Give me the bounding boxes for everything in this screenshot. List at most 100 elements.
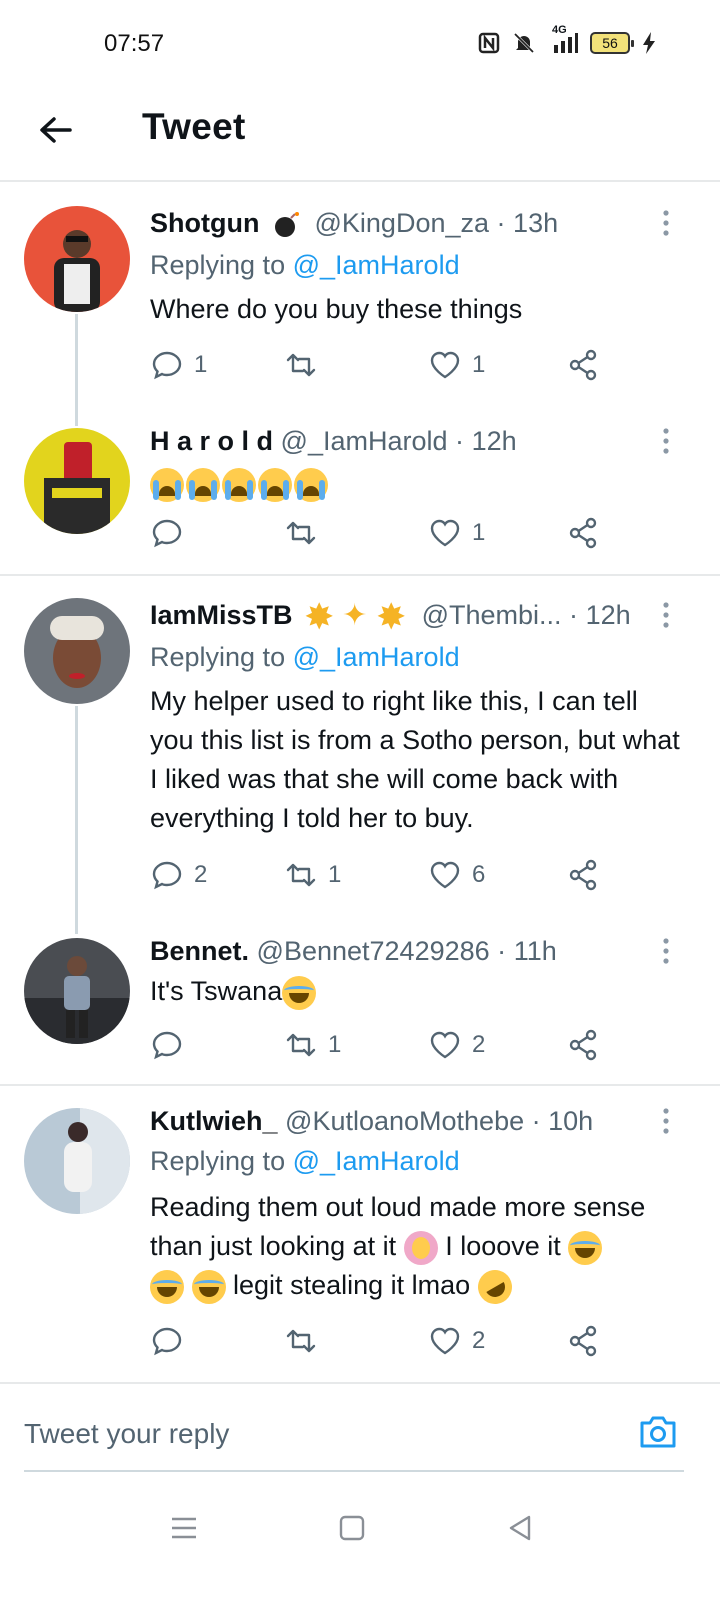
more-options-icon[interactable] [660, 426, 672, 456]
like-count: 1 [472, 519, 486, 546]
tweet-text: Where do you buy these things [150, 294, 523, 324]
share-icon [569, 1029, 597, 1061]
display-name[interactable]: H a r o l d [150, 426, 273, 456]
tweet-text: My helper used to right like this, I can… [150, 686, 680, 833]
share-button[interactable] [566, 1324, 600, 1358]
user-handle[interactable]: @KingDon_za [315, 208, 490, 238]
heart-icon [430, 351, 460, 379]
retweet-button[interactable]: 1 [284, 1028, 341, 1062]
reply-button[interactable] [150, 1324, 194, 1358]
back-arrow-icon[interactable] [36, 110, 76, 150]
tweet-time[interactable]: 13h [513, 208, 558, 238]
tweet-1[interactable]: Shotgun @KingDon_za · 13h Replying to @_… [0, 184, 720, 426]
meta-separator: · [531, 1106, 541, 1136]
reply-icon [152, 1327, 182, 1356]
tweet-5[interactable]: Kutlwieh_ @KutloanoMothebe · 10h Replyin… [0, 1086, 720, 1382]
face-with-tears-of-joy-icon [191, 1269, 226, 1304]
tweet-4[interactable]: Bennet. @Bennet72429286 · 11h It's Tswan… [0, 916, 720, 1084]
more-options-icon[interactable] [660, 600, 672, 630]
avatar[interactable] [24, 428, 130, 534]
like-button[interactable]: 1 [428, 348, 485, 382]
reply-button[interactable]: 2 [150, 858, 207, 892]
share-icon [569, 349, 597, 381]
avatar[interactable] [24, 1108, 130, 1214]
mention-link[interactable]: @_IamHarold [293, 250, 460, 280]
tweet-text [150, 464, 690, 503]
name-emoji-row [304, 596, 410, 638]
charging-icon [642, 30, 656, 56]
replying-label: Replying to [150, 1146, 286, 1176]
reply-button[interactable] [150, 516, 194, 550]
more-options-icon[interactable] [660, 208, 672, 238]
like-button[interactable]: 1 [428, 516, 485, 550]
more-options-icon[interactable] [660, 1106, 672, 1136]
reply-composer[interactable]: Tweet your reply [24, 1384, 684, 1472]
app-header: Tweet [0, 90, 720, 182]
camera-icon[interactable] [638, 1414, 678, 1450]
retweet-icon [286, 1329, 316, 1353]
avatar[interactable] [24, 938, 130, 1044]
display-name[interactable]: Bennet. [150, 936, 249, 966]
retweet-button[interactable] [284, 348, 328, 382]
user-handle[interactable]: @_IamHarold [281, 426, 448, 456]
avatar[interactable] [24, 598, 130, 704]
tweet-3[interactable]: IamMissTB @Thembi... · 12h Replying to @… [0, 576, 720, 934]
like-count: 2 [472, 1031, 486, 1058]
retweet-count: 1 [328, 1031, 342, 1058]
user-handle[interactable]: @KutloanoMothebe [285, 1106, 524, 1136]
mention-link[interactable]: @_IamHarold [293, 642, 460, 672]
reply-count: 2 [194, 861, 208, 888]
avatar[interactable] [24, 206, 130, 312]
share-button[interactable] [566, 858, 600, 892]
tweet-time[interactable]: 10h [548, 1106, 593, 1136]
tweet-actions: 2 1 6 [150, 858, 620, 898]
menu-icon[interactable] [166, 1510, 202, 1546]
tweet-text: Reading them out loud made more sense th… [150, 1188, 710, 1311]
reply-input[interactable]: Tweet your reply [24, 1418, 229, 1450]
display-name[interactable]: Shotgun [150, 208, 259, 238]
more-options-icon[interactable] [660, 936, 672, 966]
like-count: 2 [472, 1327, 486, 1354]
like-button[interactable]: 2 [428, 1028, 485, 1062]
display-name[interactable]: Kutlwieh_ [150, 1106, 278, 1136]
display-name[interactable]: IamMissTB [150, 600, 293, 630]
reply-button[interactable]: 1 [150, 348, 207, 382]
tweet-time[interactable]: 12h [586, 600, 631, 630]
share-button[interactable] [566, 348, 600, 382]
mention-link[interactable]: @_IamHarold [293, 1146, 460, 1176]
reply-count: 1 [194, 351, 208, 378]
home-icon[interactable] [334, 1510, 370, 1546]
retweet-button[interactable]: 1 [284, 858, 341, 892]
rolling-on-floor-laughing-icon [471, 1263, 518, 1311]
reply-button[interactable] [150, 1028, 194, 1062]
tweet-2[interactable]: H a r o l d @_IamHarold · 12h 1 [0, 410, 720, 574]
tweet-time[interactable]: 12h [472, 426, 517, 456]
system-nav-bar [0, 1480, 720, 1600]
user-handle[interactable]: @Thembi... [422, 600, 562, 630]
tweet-text-line: Reading them out loud made more sense [150, 1192, 646, 1222]
face-with-tears-of-joy-icon [282, 975, 317, 1010]
meta-separator: · [455, 426, 465, 456]
replying-label: Replying to [150, 642, 286, 672]
reply-icon [152, 861, 182, 890]
status-time: 07:57 [104, 30, 165, 57]
like-button[interactable]: 6 [428, 858, 485, 892]
loudly-crying-face-icon [186, 467, 220, 502]
share-button[interactable] [566, 1028, 600, 1062]
retweet-icon [286, 353, 316, 377]
retweet-button[interactable] [284, 1324, 328, 1358]
replying-label: Replying to [150, 250, 286, 280]
tweet-text: It's Tswana [150, 972, 690, 1011]
user-handle[interactable]: @Bennet72429286 [257, 936, 490, 966]
retweet-icon [286, 863, 316, 887]
retweet-count: 1 [328, 861, 342, 888]
battery-indicator: 56 [590, 32, 634, 54]
tweet-time[interactable]: 11h [514, 936, 557, 966]
retweet-button[interactable] [284, 516, 328, 550]
back-icon[interactable] [502, 1510, 538, 1546]
reply-icon [152, 1031, 182, 1060]
share-button[interactable] [566, 516, 600, 550]
like-button[interactable]: 2 [428, 1324, 485, 1358]
tweet-text-segment: than just looking at it [150, 1231, 397, 1261]
tweet-text-segment: I looove it [445, 1231, 561, 1261]
